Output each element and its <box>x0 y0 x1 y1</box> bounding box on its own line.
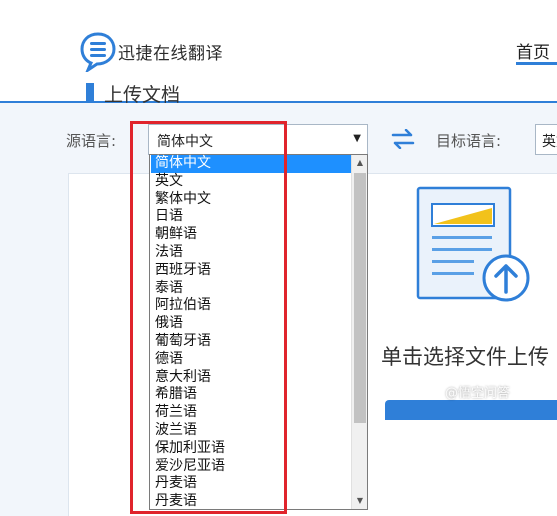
target-language-value: 英文 <box>542 134 557 150</box>
logo[interactable]: 迅捷在线翻译 <box>80 30 223 72</box>
swap-icon[interactable] <box>391 129 415 149</box>
upload-button[interactable] <box>385 400 557 420</box>
title-accent-bar <box>86 83 94 103</box>
nav-active-indicator <box>516 62 557 65</box>
header: 迅捷在线翻译 首页 <box>0 0 557 103</box>
target-language-select[interactable]: 英文 <box>535 124 557 155</box>
source-language-label: 源语言: <box>66 132 117 150</box>
logo-text: 迅捷在线翻译 <box>118 43 223 64</box>
nav-home[interactable]: 首页 <box>516 38 550 63</box>
upload-title: 上传文档 <box>104 84 181 106</box>
target-language-label: 目标语言: <box>436 132 502 150</box>
chat-bubble-icon <box>80 32 116 72</box>
dropdown-scrollbar[interactable]: ▲ ▼ <box>351 155 367 509</box>
document-upload-icon[interactable] <box>412 182 536 302</box>
upload-hint: 单击选择文件上传 <box>381 345 549 369</box>
caret-down-icon: ▼ <box>353 133 361 144</box>
highlight-box <box>130 121 287 514</box>
scroll-down-icon[interactable]: ▼ <box>352 493 368 509</box>
watermark-text: @悟空问答 <box>445 386 511 401</box>
scrollbar-thumb[interactable] <box>354 173 366 423</box>
scroll-up-icon[interactable]: ▲ <box>352 155 368 171</box>
